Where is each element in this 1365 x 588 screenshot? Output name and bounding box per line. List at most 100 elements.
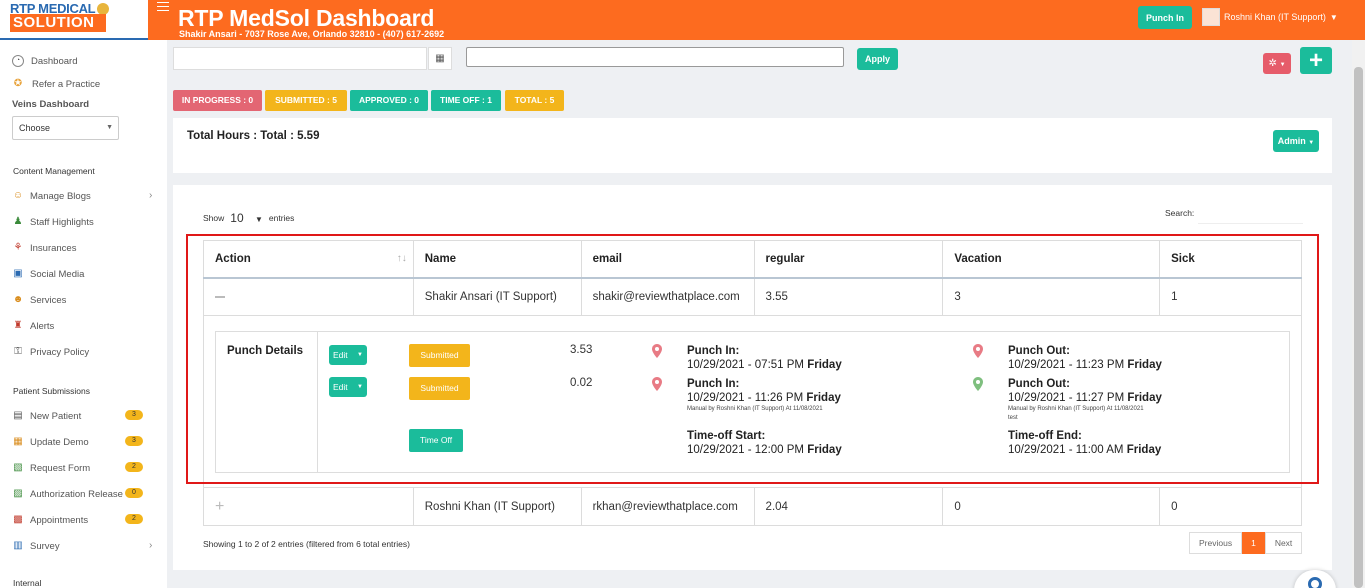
column-header-sick[interactable]: Sick xyxy=(1159,240,1302,279)
manual-note: Manual by Roshni Khan (IT Support) At 11… xyxy=(687,406,823,412)
location-pin-icon[interactable] xyxy=(652,377,662,391)
column-header-vacation[interactable]: Vacation xyxy=(942,240,1161,279)
sidebar-item-services[interactable]: ☻ Services xyxy=(12,294,67,306)
sidebar-item-refer[interactable]: ✪ Refer a Practice xyxy=(12,78,100,90)
user-menu[interactable]: Roshni Khan (IT Support) ▼ xyxy=(1202,8,1338,26)
punch-out-date: 10/29/2021 - 11:23 PM xyxy=(1008,359,1125,371)
collapse-toggle[interactable] xyxy=(203,277,414,316)
column-header-name[interactable]: Name xyxy=(412,240,582,279)
timesheet-table: Action ↑↓ Name email regular Vacation Sic… xyxy=(203,240,1302,526)
punch-details-box: Punch Details Edit ▼ Submitted 3.53 Punch… xyxy=(215,331,1290,473)
submitted-status-button[interactable]: Submitted xyxy=(409,377,470,400)
sidebar-item-alerts[interactable]: ♜ Alerts xyxy=(12,320,55,332)
settings-dropdown-button[interactable]: ✲ ▼ xyxy=(1263,53,1291,74)
edit-dropdown-button[interactable]: Edit ▼ xyxy=(329,345,367,365)
app-title: RTP MedSol Dashboard xyxy=(178,5,435,31)
page-1-button[interactable]: 1 xyxy=(1242,532,1265,554)
cell-regular: 2.04 xyxy=(753,487,944,526)
sidebar-item-survey[interactable]: ▥ Survey xyxy=(12,540,60,552)
column-header-regular[interactable]: regular xyxy=(753,240,944,279)
punch-in-label: Punch In: xyxy=(687,378,740,390)
cell-name: Roshni Khan (IT Support) xyxy=(412,487,582,526)
admin-dropdown-button[interactable]: Admin ▼ xyxy=(1273,130,1319,152)
status-badge-in-progress[interactable]: IN PROGRESS : 0 xyxy=(173,90,262,111)
status-badge-submitted[interactable]: SUBMITTED : 5 xyxy=(265,90,347,111)
status-badge-total[interactable]: TOTAL : 5 xyxy=(505,90,564,111)
punch-out-date: 10/29/2021 - 11:27 PM xyxy=(1008,392,1125,404)
survey-icon: ▥ xyxy=(13,540,23,551)
logo[interactable]: RTP MEDICAL SOLUTION xyxy=(0,0,148,40)
sidebar-item-new-patient[interactable]: ▤ New Patient xyxy=(12,410,81,422)
expand-toggle[interactable]: + xyxy=(203,487,414,526)
next-page-button[interactable]: Next xyxy=(1264,532,1303,554)
punch-in-datetime: 10/29/2021 - 07:51 PM Friday xyxy=(687,358,842,372)
add-button[interactable]: + xyxy=(1300,47,1332,74)
status-badge-approved[interactable]: APPROVED : 0 xyxy=(350,90,428,111)
sidebar-item-dashboard[interactable]: ◔ Dashboard xyxy=(12,55,77,67)
sidebar-item-manage-blogs[interactable]: ☺ Manage Blogs xyxy=(12,190,91,202)
minus-icon xyxy=(215,295,225,298)
veins-choose-select[interactable]: Choose ▼ xyxy=(12,116,119,140)
punch-in-button[interactable]: Punch In xyxy=(1138,6,1192,29)
table-info: Showing 1 to 2 of 2 entries (filtered fr… xyxy=(203,539,410,549)
punch-out-label: Punch Out: xyxy=(1008,378,1070,390)
cell-vacation: 0 xyxy=(942,487,1161,526)
filter-text-input[interactable] xyxy=(466,47,844,67)
previous-page-button[interactable]: Previous xyxy=(1189,532,1243,554)
location-pin-icon[interactable] xyxy=(973,344,983,358)
column-header-action[interactable]: Action ↑↓ xyxy=(203,240,414,279)
location-pin-icon[interactable] xyxy=(973,377,983,391)
sort-icon[interactable]: ↑↓ xyxy=(397,253,407,264)
edit-label: Edit xyxy=(333,382,348,392)
column-header-email[interactable]: email xyxy=(580,240,755,279)
sidebar-item-label: Survey xyxy=(30,540,60,552)
hamburger-menu-icon[interactable] xyxy=(157,2,169,14)
status-badge-time-off[interactable]: TIME OFF : 1 xyxy=(431,90,501,111)
sidebar-item-update-demo[interactable]: ▦ Update Demo xyxy=(12,436,88,448)
plus-icon: + xyxy=(1308,47,1323,74)
apply-button[interactable]: Apply xyxy=(857,48,898,70)
sidebar-item-appointments[interactable]: ▩ Appointments xyxy=(12,514,88,526)
help-button[interactable] xyxy=(1294,570,1336,588)
scrollbar-thumb[interactable] xyxy=(1354,67,1363,588)
social-icon: ▣ xyxy=(13,268,23,279)
count-badge: 2 xyxy=(125,462,143,472)
sidebar-item-request-form[interactable]: ▧ Request Form xyxy=(12,462,90,474)
services-icon: ☻ xyxy=(12,294,24,305)
time-off-button[interactable]: Time Off xyxy=(409,429,463,452)
search-input[interactable] xyxy=(1198,204,1303,224)
sidebar-item-label: Appointments xyxy=(30,514,89,526)
chevron-down-icon: ▼ xyxy=(1308,140,1315,146)
chevron-down-icon: ▼ xyxy=(1329,12,1338,22)
chevron-right-icon[interactable]: › xyxy=(149,190,152,201)
sidebar-item-privacy-policy[interactable]: ⚿ Privacy Policy xyxy=(12,346,89,358)
submitted-status-button[interactable]: Submitted xyxy=(409,344,470,367)
column-label: Vacation xyxy=(954,252,1002,265)
time-off-end-day: Friday xyxy=(1126,444,1162,456)
calendar-icon[interactable]: ▦ xyxy=(428,47,452,70)
sidebar-item-authorization-release[interactable]: ▨ Authorization Release xyxy=(12,488,123,500)
sidebar-item-staff-highlights[interactable]: ♟ Staff Highlights xyxy=(12,216,94,228)
chevron-down-icon: ▼ xyxy=(1279,62,1286,68)
column-label: email xyxy=(592,252,622,265)
patient-submissions-heading: Patient Submissions xyxy=(13,386,91,396)
page-scrollbar[interactable] xyxy=(1352,40,1365,588)
location-pin-icon[interactable] xyxy=(652,344,662,358)
sidebar-item-label: Staff Highlights xyxy=(30,216,94,228)
edit-dropdown-button[interactable]: Edit ▼ xyxy=(329,377,367,397)
sidebar-item-label: Services xyxy=(30,294,67,306)
chevron-right-icon[interactable]: › xyxy=(149,540,152,551)
privacy-icon: ⚿ xyxy=(14,346,22,357)
sidebar-item-insurances[interactable]: ⚘ Insurances xyxy=(12,242,77,254)
sidebar-item-label: Insurances xyxy=(30,242,77,254)
page-length-select[interactable]: 10 ▼ xyxy=(230,211,263,225)
avatar xyxy=(1202,8,1220,26)
date-range-input[interactable] xyxy=(173,47,427,70)
user-name: Roshni Khan (IT Support) xyxy=(1224,12,1326,22)
sidebar-item-label: New Patient xyxy=(30,410,82,422)
plus-icon: + xyxy=(215,497,225,515)
entry-hours: 3.53 xyxy=(570,344,593,356)
logo-text-bottom: SOLUTION xyxy=(10,14,106,32)
page-length-value: 10 xyxy=(230,211,244,225)
sidebar-item-social-media[interactable]: ▣ Social Media xyxy=(12,268,84,280)
